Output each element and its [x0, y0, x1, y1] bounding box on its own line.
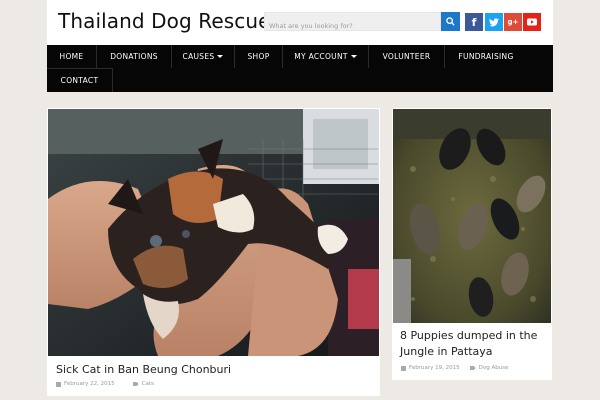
facebook-button[interactable]: f: [465, 13, 483, 31]
nav-item-donations[interactable]: DONATIONS: [97, 45, 172, 68]
calendar-icon: [401, 365, 406, 371]
google-plus-button[interactable]: g+: [504, 13, 522, 31]
twitter-icon: [489, 17, 499, 26]
nav-home-label: HOME: [59, 52, 84, 61]
facebook-icon: f: [471, 15, 477, 29]
post-date: February 22, 2015: [64, 381, 115, 387]
twitter-button[interactable]: [485, 13, 503, 31]
nav-volunteer-label: VOLUNTEER: [382, 52, 431, 61]
google-plus-icon: g+: [507, 18, 519, 26]
nav-item-home[interactable]: HOME: [47, 45, 97, 68]
puppies-photo: [393, 109, 551, 323]
nav-item-volunteer[interactable]: VOLUNTEER: [369, 45, 445, 68]
post-title[interactable]: 8 Puppies dumped in the Jungle in Pattay…: [400, 328, 548, 360]
post-image-cat[interactable]: [48, 109, 379, 356]
main-navigation: HOME DONATIONS CAUSES SHOP MY ACCOUNT VO…: [47, 45, 553, 92]
nav-item-shop[interactable]: SHOP: [235, 45, 283, 68]
nav-causes-label: CAUSES: [182, 52, 215, 61]
nav-item-causes[interactable]: CAUSES: [172, 45, 235, 68]
calendar-icon: [56, 381, 61, 387]
search-icon: [446, 17, 455, 26]
nav-contact-label: CONTACT: [60, 76, 99, 85]
nav-donations-label: DONATIONS: [110, 52, 158, 61]
nav-my-account-label: MY ACCOUNT: [294, 52, 348, 61]
post-title[interactable]: Sick Cat in Ban Beung Chonburi: [56, 362, 371, 378]
youtube-icon: [527, 18, 537, 26]
nav-fundraising-label: FUNDRAISING: [458, 52, 514, 61]
post-date: February 19, 2015: [409, 365, 460, 371]
nav-item-fundraising[interactable]: FUNDRAISING: [445, 45, 527, 68]
chevron-down-icon: [350, 55, 357, 58]
site-title[interactable]: Thailand Dog Rescue: [58, 9, 271, 33]
post-category-link[interactable]: Cats: [142, 381, 154, 387]
nav-item-contact[interactable]: CONTACT: [47, 68, 113, 92]
nav-item-my-account[interactable]: MY ACCOUNT: [283, 45, 369, 68]
site-header: Thailand Dog Rescue f g+: [47, 0, 553, 45]
kitten-photo: [48, 109, 379, 356]
chevron-down-icon: [217, 55, 224, 58]
nav-shop-label: SHOP: [247, 52, 270, 61]
post-meta: February 22, 2015 Cats: [56, 381, 154, 387]
search-button[interactable]: [441, 12, 460, 31]
post-category-link[interactable]: Dog Abuse: [479, 365, 509, 371]
post-card: 8 Puppies dumped in the Jungle in Pattay…: [392, 108, 552, 380]
youtube-button[interactable]: [523, 13, 541, 31]
post-image-puppies[interactable]: [393, 109, 551, 323]
post-card: Sick Cat in Ban Beung Chonburi February …: [47, 108, 380, 396]
post-meta: February 19, 2015 Dog Abuse: [401, 365, 508, 371]
tag-icon: [469, 366, 476, 370]
search-input[interactable]: [265, 17, 440, 35]
search-box[interactable]: [264, 12, 441, 35]
tag-icon: [132, 382, 139, 386]
